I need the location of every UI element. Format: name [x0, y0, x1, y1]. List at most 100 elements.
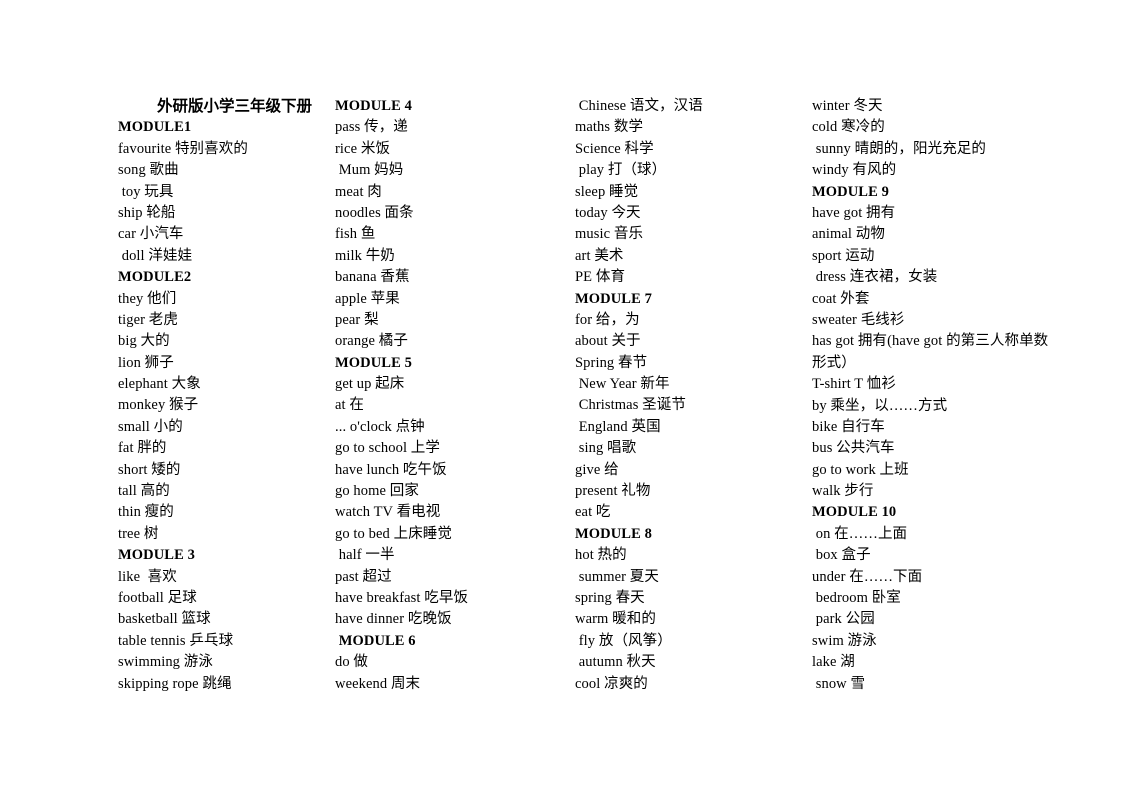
vocabulary-entry: box 盒子 [812, 547, 871, 564]
vocabulary-entry: autumn 秋天 [575, 654, 656, 671]
vocabulary-entry: doll 洋娃娃 [118, 247, 193, 264]
vocabulary-entry: play 打（球） [575, 162, 667, 179]
vocabulary-page: 外研版小学三年级下册 MODULE1 favourite 特别喜欢的 song 歌曲 … [0, 0, 1122, 793]
vocabulary-entry: today 今天 [575, 204, 641, 221]
module-heading: MODULE 6 [335, 632, 416, 649]
vocabulary-entry: milk 牛奶 [335, 247, 395, 264]
vocabulary-entry: short 矮的 [118, 461, 181, 478]
vocabulary-entry: like 喜欢 [118, 568, 177, 585]
vocabulary-entry: coat 外套 [812, 290, 870, 307]
vocabulary-entry: Mum 妈妈 [335, 162, 404, 179]
vocabulary-entry: table tennis 乒乓球 [118, 632, 234, 649]
vocabulary-entry: sleep 睡觉 [575, 183, 639, 200]
vocabulary-column-4: winter 冬天 cold 寒冷的 sunny 晴朗的，阳光充足的 windy 有… [812, 96, 1062, 695]
vocabulary-entry: skipping rope 跳绳 [118, 675, 232, 692]
module-heading: MODULE 8 [575, 525, 652, 542]
vocabulary-entry: banana 香蕉 [335, 269, 410, 286]
vocabulary-entry: fat 胖的 [118, 440, 167, 457]
module-heading: MODULE 10 [812, 504, 897, 521]
vocabulary-entry: art 美术 [575, 247, 624, 264]
vocabulary-entry: half 一半 [335, 547, 395, 564]
vocabulary-entry: under 在……下面 [812, 568, 923, 585]
vocabulary-entry: have got 拥有 [812, 204, 896, 221]
vocabulary-entry: car 小汽车 [118, 226, 184, 243]
vocabulary-entry: music 音乐 [575, 226, 644, 243]
vocabulary-entry: do 做 [335, 654, 369, 671]
vocabulary-entry: Science 科学 [575, 140, 654, 157]
module-heading: MODULE 4 [335, 98, 412, 114]
vocabulary-entry: go to work 上班 [812, 461, 909, 478]
vocabulary-entry: lion 狮子 [118, 354, 174, 371]
vocabulary-entry: small 小的 [118, 418, 183, 435]
vocabulary-entry: cold 寒冷的 [812, 119, 885, 136]
vocabulary-entry: New Year 新年 [575, 376, 670, 393]
module-heading: MODULE 7 [575, 290, 652, 307]
vocabulary-entry: Chinese 语文，汉语 [575, 98, 703, 114]
vocabulary-entry: snow 雪 [812, 675, 866, 692]
vocabulary-entry: tree 树 [118, 525, 159, 542]
vocabulary-entry: walk 步行 [812, 483, 874, 500]
vocabulary-entry: go to bed 上床睡觉 [335, 525, 452, 542]
vocabulary-entry: PE 体育 [575, 269, 626, 286]
vocabulary-entry: song 歌曲 [118, 162, 179, 179]
vocabulary-entry: eat 吃 [575, 504, 611, 521]
vocabulary-entry: they 他们 [118, 290, 177, 307]
vocabulary-entry: bedroom 卧室 [812, 590, 901, 607]
module-heading: MODULE1 [118, 119, 192, 136]
vocabulary-entry: elephant 大象 [118, 376, 201, 393]
vocabulary-entry: football 足球 [118, 589, 197, 606]
vocabulary-column-2: MODULE 4 pass 传，递 rice 米饭 Mum 妈妈 meat 肉 nood… [335, 96, 570, 695]
vocabulary-entry: sing 唱歌 [575, 440, 637, 457]
vocabulary-entry: go home 回家 [335, 483, 419, 500]
vocabulary-entry: bus 公共汽车 [812, 440, 895, 457]
vocabulary-entry: maths 数学 [575, 119, 644, 136]
vocabulary-entry: sunny 晴朗的，阳光充足的 [812, 140, 986, 157]
vocabulary-entry: watch TV 看电视 [335, 504, 441, 521]
vocabulary-column-1: 外研版小学三年级下册 MODULE1 favourite 特别喜欢的 song 歌曲 … [118, 96, 333, 695]
vocabulary-entry: sport 运动 [812, 247, 875, 264]
vocabulary-entry: lake 湖 [812, 654, 855, 671]
vocabulary-entry: park 公园 [812, 611, 875, 628]
vocabulary-entry: meat 肉 [335, 183, 382, 200]
vocabulary-entry: have dinner 吃晚饭 [335, 611, 452, 628]
vocabulary-entry: fly 放（风筝） [575, 632, 672, 649]
vocabulary-entry: T-shirt T 恤衫 [812, 376, 896, 393]
vocabulary-entry: present 礼物 [575, 483, 651, 500]
vocabulary-entry: get up 起床 [335, 376, 405, 393]
vocabulary-entry: Spring 春节 [575, 354, 648, 371]
vocabulary-entry: fish 鱼 [335, 226, 376, 243]
vocabulary-entry: orange 橘子 [335, 333, 408, 350]
vocabulary-entry: hot 热的 [575, 547, 627, 564]
module-heading: MODULE2 [118, 269, 192, 286]
vocabulary-entry: at 在 [335, 397, 364, 414]
vocabulary-entry: bike 自行车 [812, 418, 885, 435]
vocabulary-entry: go to school 上学 [335, 440, 441, 457]
vocabulary-entry: apple 苹果 [335, 290, 400, 307]
vocabulary-entry: have lunch 吃午饭 [335, 461, 447, 478]
vocabulary-entry: sweater 毛线衫 [812, 311, 905, 328]
vocabulary-entry: on 在……上面 [812, 525, 908, 542]
page-title: 外研版小学三年级下册 [156, 98, 312, 115]
vocabulary-entry: rice 米饭 [335, 140, 391, 157]
vocabulary-entry: Christmas 圣诞节 [575, 397, 686, 414]
vocabulary-entry: about 关于 [575, 333, 641, 350]
vocabulary-entry: basketball 篮球 [118, 611, 211, 628]
module-heading: MODULE 3 [118, 547, 195, 564]
vocabulary-entry: windy 有风的 [812, 162, 897, 179]
vocabulary-entry: pass 传，递 [335, 119, 408, 136]
vocabulary-entry: monkey 猴子 [118, 397, 199, 414]
vocabulary-entry: dress 连衣裙，女装 [812, 269, 938, 286]
vocabulary-entry: big 大的 [118, 333, 170, 350]
vocabulary-entry: swim 游泳 [812, 632, 877, 649]
vocabulary-entry: toy 玩具 [118, 183, 174, 200]
vocabulary-entry: warm 暖和的 [575, 611, 656, 628]
module-heading: MODULE 5 [335, 354, 412, 371]
vocabulary-entry: thin 瘦的 [118, 504, 174, 521]
vocabulary-entry: ... o'clock 点钟 [335, 418, 425, 435]
vocabulary-entry: pear 梨 [335, 311, 379, 328]
vocabulary-entry: give 给 [575, 461, 619, 478]
vocabulary-entry: past 超过 [335, 568, 392, 585]
vocabulary-entry: have breakfast 吃早饭 [335, 589, 469, 606]
vocabulary-entry: England 英国 [575, 418, 661, 435]
vocabulary-entry: tall 高的 [118, 483, 170, 500]
